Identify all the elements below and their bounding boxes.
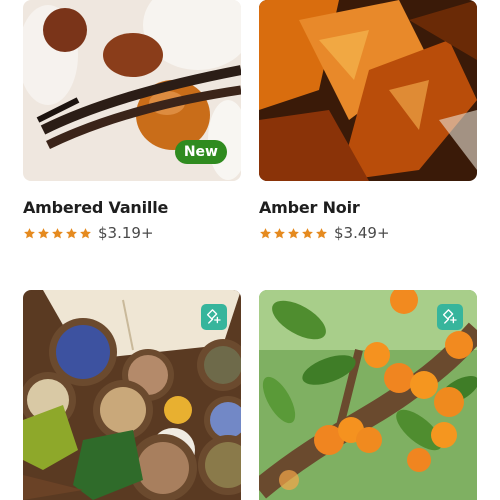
add-to-favorites-button[interactable] [437, 304, 463, 330]
star-icon [80, 227, 91, 238]
add-to-favorites-button[interactable] [201, 304, 227, 330]
star-icon [38, 227, 49, 238]
star-icon [288, 227, 299, 238]
add-to-favorites-icon [206, 309, 221, 324]
product-rating: $3.19+ [23, 224, 154, 242]
rating-stars [23, 227, 92, 240]
star-icon [316, 227, 327, 238]
star-icon [66, 227, 77, 238]
star-icon [24, 227, 35, 238]
star-icon [302, 227, 313, 238]
star-icon [52, 227, 63, 238]
product-name[interactable]: Amber Noir [259, 198, 360, 217]
star-icon [260, 227, 271, 238]
rating-stars [259, 227, 328, 240]
new-badge: New [174, 140, 227, 164]
product-image[interactable] [259, 0, 477, 181]
add-to-favorites-icon [442, 309, 457, 324]
product-rating: $3.49+ [259, 224, 390, 242]
product-price: $3.49+ [334, 224, 390, 242]
product-name[interactable]: Ambered Vanille [23, 198, 168, 217]
product-price: $3.19+ [98, 224, 154, 242]
star-icon [274, 227, 285, 238]
